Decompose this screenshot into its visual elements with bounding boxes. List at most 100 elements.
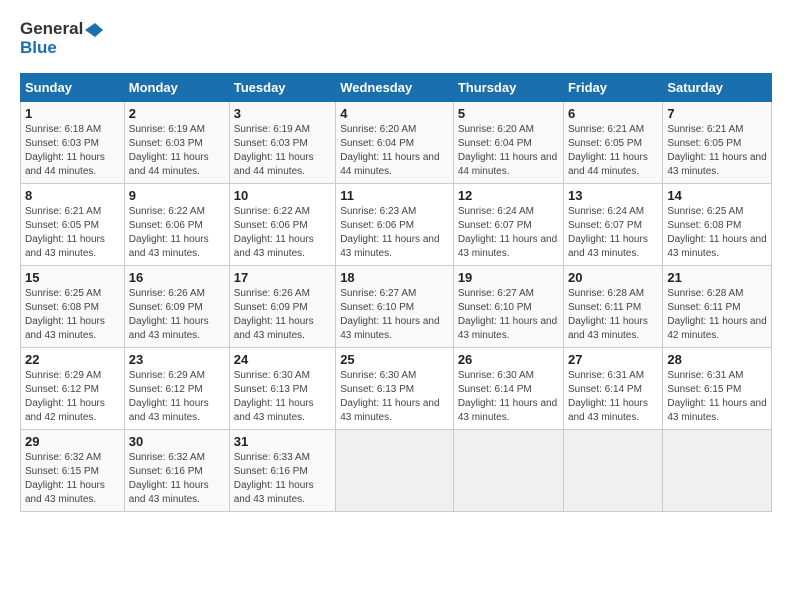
day-info: Sunrise: 6:19 AMSunset: 6:03 PMDaylight:… xyxy=(234,123,331,179)
day-number: 30 xyxy=(129,434,225,449)
day-number: 10 xyxy=(234,188,331,203)
day-number: 18 xyxy=(340,270,449,285)
day-info: Sunrise: 6:26 AMSunset: 6:09 PMDaylight:… xyxy=(129,287,225,343)
day-number: 12 xyxy=(458,188,559,203)
calendar-cell: 16 Sunrise: 6:26 AMSunset: 6:09 PMDayligh… xyxy=(124,266,229,348)
day-info: Sunrise: 6:32 AMSunset: 6:16 PMDaylight:… xyxy=(129,451,225,507)
day-number: 27 xyxy=(568,352,658,367)
calendar-week-3: 15 Sunrise: 6:25 AMSunset: 6:08 PMDayligh… xyxy=(21,266,772,348)
calendar-cell: 6 Sunrise: 6:21 AMSunset: 6:05 PMDaylight… xyxy=(563,102,662,184)
day-number: 7 xyxy=(667,106,767,121)
calendar-cell: 10Sunrise: 6:22 AMSunset: 6:06 PMDayligh… xyxy=(229,184,335,266)
header-friday: Friday xyxy=(563,74,662,102)
calendar-cell xyxy=(336,430,454,512)
calendar-cell: 14Sunrise: 6:25 AMSunset: 6:08 PMDayligh… xyxy=(663,184,772,266)
day-number: 25 xyxy=(340,352,449,367)
day-number: 1 xyxy=(25,106,120,121)
day-number: 31 xyxy=(234,434,331,449)
day-info: Sunrise: 6:30 AMSunset: 6:13 PMDaylight:… xyxy=(340,369,449,425)
day-info: Sunrise: 6:23 AMSunset: 6:06 PMDaylight:… xyxy=(340,205,449,261)
day-info: Sunrise: 6:30 AMSunset: 6:14 PMDaylight:… xyxy=(458,369,559,425)
day-info: Sunrise: 6:25 AMSunset: 6:08 PMDaylight:… xyxy=(25,287,120,343)
day-info: Sunrise: 6:27 AMSunset: 6:10 PMDaylight:… xyxy=(458,287,559,343)
day-number: 24 xyxy=(234,352,331,367)
calendar-cell: 26 Sunrise: 6:30 AMSunset: 6:14 PMDayligh… xyxy=(453,348,563,430)
day-info: Sunrise: 6:31 AMSunset: 6:14 PMDaylight:… xyxy=(568,369,658,425)
day-number: 19 xyxy=(458,270,559,285)
day-number: 17 xyxy=(234,270,331,285)
calendar-cell: 4Sunrise: 6:20 AMSunset: 6:04 PMDaylight… xyxy=(336,102,454,184)
header-monday: Monday xyxy=(124,74,229,102)
day-info: Sunrise: 6:21 AMSunset: 6:05 PMDaylight:… xyxy=(667,123,767,179)
calendar-cell: 24 Sunrise: 6:30 AMSunset: 6:13 PMDayligh… xyxy=(229,348,335,430)
calendar-cell: 31 Sunrise: 6:33 AMSunset: 6:16 PMDayligh… xyxy=(229,430,335,512)
day-info: Sunrise: 6:18 AMSunset: 6:03 PMDaylight:… xyxy=(25,123,120,179)
day-info: Sunrise: 6:28 AMSunset: 6:11 PMDaylight:… xyxy=(568,287,658,343)
calendar-week-2: 8 Sunrise: 6:21 AMSunset: 6:05 PMDaylight… xyxy=(21,184,772,266)
day-info: Sunrise: 6:33 AMSunset: 6:16 PMDaylight:… xyxy=(234,451,331,507)
day-number: 22 xyxy=(25,352,120,367)
header-sunday: Sunday xyxy=(21,74,125,102)
calendar-cell: 27 Sunrise: 6:31 AMSunset: 6:14 PMDayligh… xyxy=(563,348,662,430)
day-info: Sunrise: 6:31 AMSunset: 6:15 PMDaylight:… xyxy=(667,369,767,425)
calendar-table: SundayMondayTuesdayWednesdayThursdayFrid… xyxy=(20,73,772,512)
calendar-week-4: 22 Sunrise: 6:29 AMSunset: 6:12 PMDayligh… xyxy=(21,348,772,430)
logo-general: General xyxy=(20,20,103,39)
day-number: 20 xyxy=(568,270,658,285)
day-number: 13 xyxy=(568,188,658,203)
calendar-week-5: 29Sunrise: 6:32 AMSunset: 6:15 PMDayligh… xyxy=(21,430,772,512)
day-number: 8 xyxy=(25,188,120,203)
day-info: Sunrise: 6:29 AMSunset: 6:12 PMDaylight:… xyxy=(129,369,225,425)
calendar-week-1: 1 Sunrise: 6:18 AMSunset: 6:03 PMDaylight… xyxy=(21,102,772,184)
day-info: Sunrise: 6:29 AMSunset: 6:12 PMDaylight:… xyxy=(25,369,120,425)
header-wednesday: Wednesday xyxy=(336,74,454,102)
calendar-cell: 1 Sunrise: 6:18 AMSunset: 6:03 PMDaylight… xyxy=(21,102,125,184)
day-number: 6 xyxy=(568,106,658,121)
day-number: 29 xyxy=(25,434,120,449)
calendar-cell: 12 Sunrise: 6:24 AMSunset: 6:07 PMDayligh… xyxy=(453,184,563,266)
day-info: Sunrise: 6:21 AMSunset: 6:05 PMDaylight:… xyxy=(25,205,120,261)
day-number: 28 xyxy=(667,352,767,367)
day-number: 15 xyxy=(25,270,120,285)
logo-mark: General Blue xyxy=(20,20,103,57)
calendar-cell: 13 Sunrise: 6:24 AMSunset: 6:07 PMDayligh… xyxy=(563,184,662,266)
calendar-cell: 23 Sunrise: 6:29 AMSunset: 6:12 PMDayligh… xyxy=(124,348,229,430)
calendar-cell: 21Sunrise: 6:28 AMSunset: 6:11 PMDayligh… xyxy=(663,266,772,348)
day-number: 3 xyxy=(234,106,331,121)
day-info: Sunrise: 6:26 AMSunset: 6:09 PMDaylight:… xyxy=(234,287,331,343)
day-info: Sunrise: 6:30 AMSunset: 6:13 PMDaylight:… xyxy=(234,369,331,425)
calendar-cell: 18 Sunrise: 6:27 AMSunset: 6:10 PMDayligh… xyxy=(336,266,454,348)
day-number: 23 xyxy=(129,352,225,367)
logo: General Blue xyxy=(20,20,103,57)
day-number: 21 xyxy=(667,270,767,285)
header-saturday: Saturday xyxy=(663,74,772,102)
calendar-cell: 22 Sunrise: 6:29 AMSunset: 6:12 PMDayligh… xyxy=(21,348,125,430)
calendar-cell xyxy=(453,430,563,512)
calendar-cell: 2Sunrise: 6:19 AMSunset: 6:03 PMDaylight… xyxy=(124,102,229,184)
calendar-cell: 11Sunrise: 6:23 AMSunset: 6:06 PMDayligh… xyxy=(336,184,454,266)
calendar-cell: 7 Sunrise: 6:21 AMSunset: 6:05 PMDaylight… xyxy=(663,102,772,184)
calendar-cell: 3 Sunrise: 6:19 AMSunset: 6:03 PMDaylight… xyxy=(229,102,335,184)
day-number: 16 xyxy=(129,270,225,285)
day-number: 2 xyxy=(129,106,225,121)
day-number: 4 xyxy=(340,106,449,121)
calendar-cell: 9Sunrise: 6:22 AMSunset: 6:06 PMDaylight… xyxy=(124,184,229,266)
calendar-cell: 19 Sunrise: 6:27 AMSunset: 6:10 PMDayligh… xyxy=(453,266,563,348)
day-number: 5 xyxy=(458,106,559,121)
calendar-cell: 15 Sunrise: 6:25 AMSunset: 6:08 PMDayligh… xyxy=(21,266,125,348)
calendar-cell xyxy=(663,430,772,512)
calendar-cell: 28 Sunrise: 6:31 AMSunset: 6:15 PMDayligh… xyxy=(663,348,772,430)
day-info: Sunrise: 6:27 AMSunset: 6:10 PMDaylight:… xyxy=(340,287,449,343)
day-info: Sunrise: 6:20 AMSunset: 6:04 PMDaylight:… xyxy=(458,123,559,179)
calendar-header-row: SundayMondayTuesdayWednesdayThursdayFrid… xyxy=(21,74,772,102)
day-info: Sunrise: 6:25 AMSunset: 6:08 PMDaylight:… xyxy=(667,205,767,261)
day-info: Sunrise: 6:24 AMSunset: 6:07 PMDaylight:… xyxy=(458,205,559,261)
calendar-cell xyxy=(563,430,662,512)
calendar-cell: 5 Sunrise: 6:20 AMSunset: 6:04 PMDaylight… xyxy=(453,102,563,184)
logo-blue: Blue xyxy=(20,39,103,58)
calendar-cell: 30 Sunrise: 6:32 AMSunset: 6:16 PMDayligh… xyxy=(124,430,229,512)
day-number: 26 xyxy=(458,352,559,367)
calendar-cell: 20 Sunrise: 6:28 AMSunset: 6:11 PMDayligh… xyxy=(563,266,662,348)
day-info: Sunrise: 6:24 AMSunset: 6:07 PMDaylight:… xyxy=(568,205,658,261)
day-info: Sunrise: 6:21 AMSunset: 6:05 PMDaylight:… xyxy=(568,123,658,179)
